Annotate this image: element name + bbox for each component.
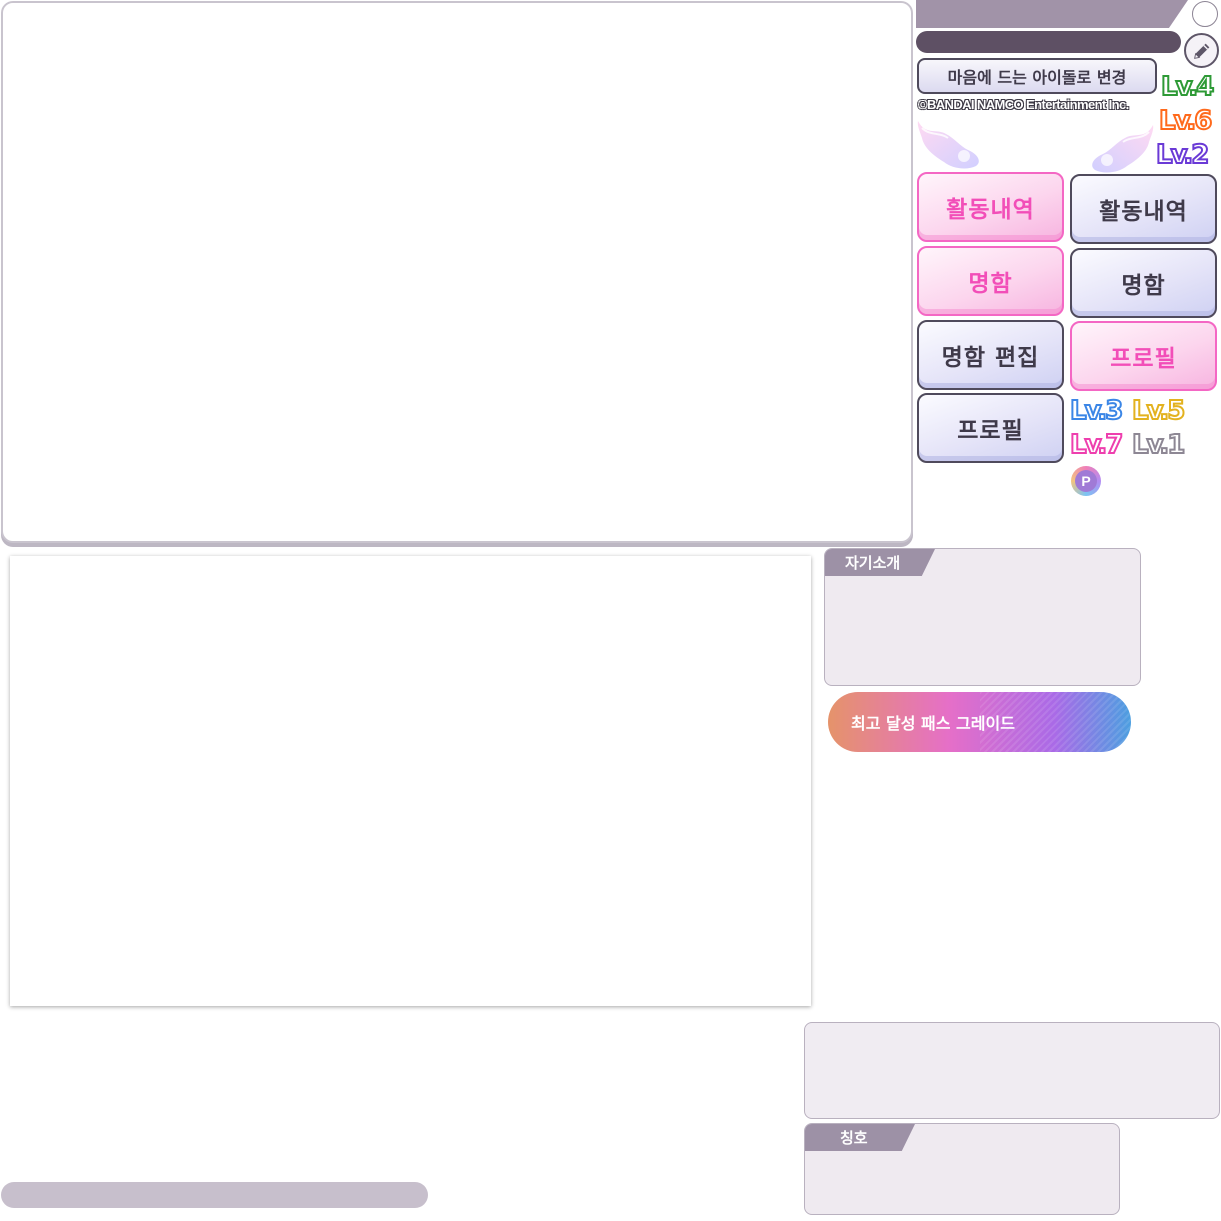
wing-icon	[917, 121, 979, 169]
header-sub-bar	[916, 31, 1181, 53]
namecard-edit-button[interactable]: 명함 편집	[917, 320, 1064, 390]
main-display-panel	[1, 1, 913, 543]
pencil-icon	[1193, 43, 1209, 59]
level-badge-3: Lv.3	[1069, 395, 1124, 427]
change-favorite-idol-button[interactable]: 마음에 드는 아이돌로 변경	[917, 58, 1157, 94]
namecard-button[interactable]: 명함	[1070, 248, 1217, 318]
level-badge-5: Lv.5	[1131, 395, 1186, 427]
namecard-button-selected[interactable]: 명함	[917, 246, 1064, 316]
namecard-preview-panel	[10, 556, 811, 1006]
activity-history-button[interactable]: 활동내역	[1070, 174, 1217, 244]
level-badge-2: Lv.2	[1155, 139, 1210, 171]
info-box	[804, 1022, 1220, 1119]
profile-button[interactable]: 프로필	[917, 393, 1064, 463]
profile-button-selected[interactable]: 프로필	[1070, 321, 1217, 391]
level-badge-4: Lv.4	[1160, 71, 1215, 103]
bottom-bar	[1, 1182, 428, 1208]
pass-grade-label: 최고 달성 패스 그레이드	[851, 714, 1015, 733]
level-badge-7: Lv.7	[1069, 429, 1124, 461]
level-badge-6: Lv.6	[1158, 105, 1213, 137]
self-intro-tab: 자기소개	[825, 549, 935, 576]
copyright-text: ©BANDAI NAMCO Entertainment Inc.	[918, 97, 1129, 112]
activity-history-button-selected[interactable]: 활동내역	[917, 172, 1064, 242]
title-tab: 칭호	[805, 1124, 915, 1151]
point-badge-label: P	[1075, 470, 1097, 492]
edit-button[interactable]	[1184, 33, 1219, 68]
point-badge-icon: P	[1071, 466, 1101, 496]
header-name-bar	[916, 0, 1188, 28]
level-badge-1: Lv.1	[1131, 429, 1186, 461]
circle-button-icon[interactable]	[1192, 1, 1218, 27]
wing-icon	[1092, 125, 1154, 173]
highest-pass-grade-button[interactable]: 최고 달성 패스 그레이드	[828, 692, 1131, 752]
